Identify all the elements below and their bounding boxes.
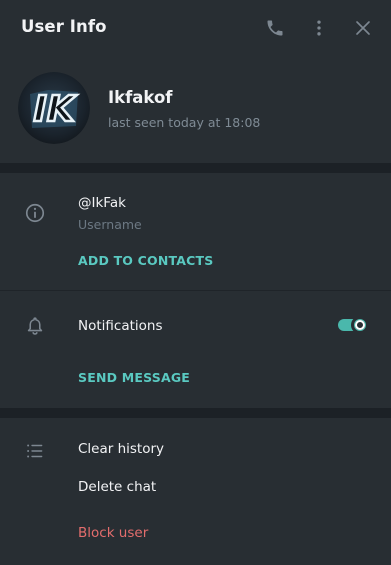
profile-section: IK Ikfakof last seen today at 18:08 [0, 58, 391, 163]
more-vertical-icon [317, 20, 321, 36]
send-message-button[interactable]: SEND MESSAGE [78, 370, 190, 385]
phone-icon [267, 20, 283, 36]
page-title: User Info [21, 17, 107, 36]
bell-icon [27, 317, 43, 335]
notifications-toggle[interactable] [338, 316, 369, 334]
list-icon [27, 444, 43, 458]
delete-chat-button[interactable]: Delete chat [78, 479, 156, 495]
notifications-label: Notifications [78, 318, 163, 334]
username-label: Username [78, 217, 142, 232]
header: User Info [0, 0, 391, 58]
section-divider [0, 408, 391, 418]
last-seen-status: last seen today at 18:08 [108, 115, 261, 130]
close-button[interactable] [352, 17, 374, 39]
close-icon [356, 21, 370, 35]
info-icon [25, 203, 45, 223]
call-button[interactable] [264, 17, 286, 39]
section-divider [0, 163, 391, 173]
profile-name: Ikfakof [108, 88, 173, 107]
more-options-button[interactable] [308, 17, 330, 39]
clear-history-button[interactable]: Clear history [78, 441, 164, 457]
svg-text:IK: IK [33, 89, 77, 130]
block-user-button[interactable]: Block user [78, 525, 148, 541]
toggle-knob [351, 316, 369, 334]
add-to-contacts-button[interactable]: ADD TO CONTACTS [78, 253, 213, 268]
user-info-panel: User Info IK Ikfakof last seen today at … [0, 0, 391, 565]
row-divider [0, 290, 391, 291]
username-value[interactable]: @IkFak [78, 195, 126, 211]
avatar[interactable]: IK [18, 72, 90, 144]
